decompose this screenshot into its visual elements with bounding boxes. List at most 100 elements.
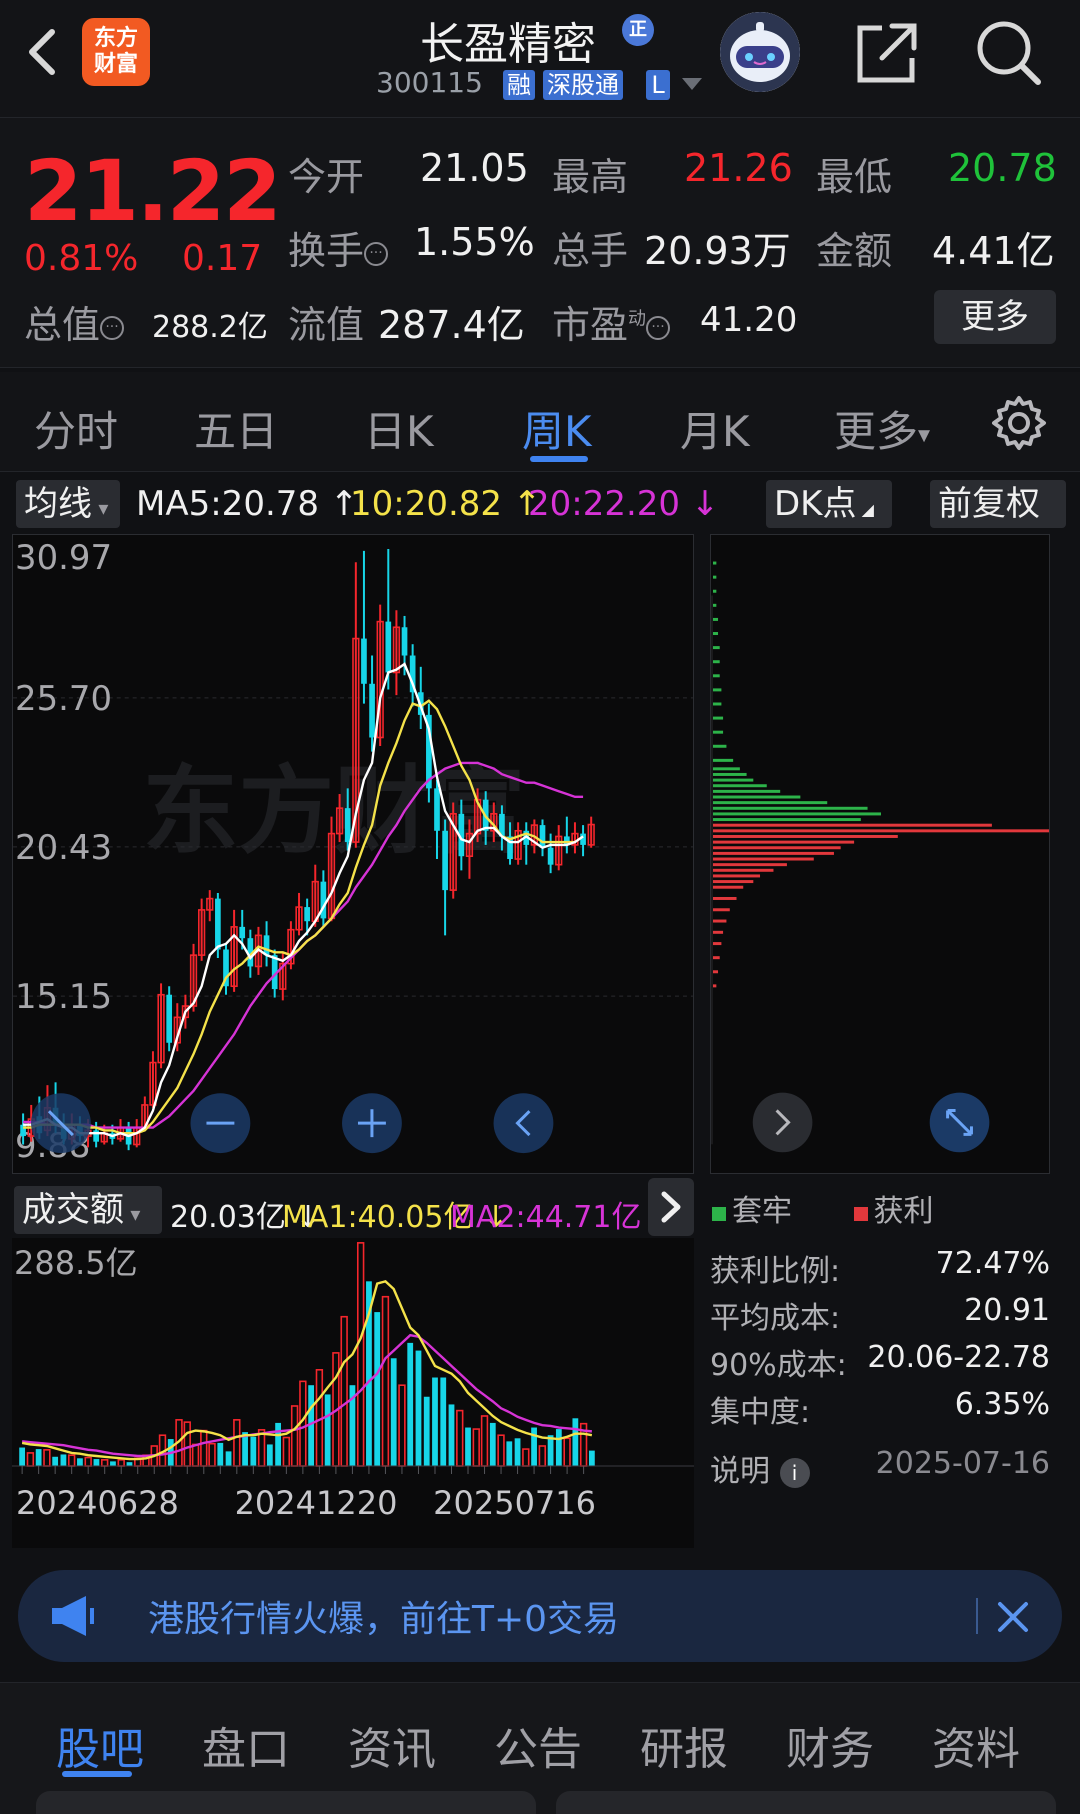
candle-body [344,808,351,843]
volume-ma2-readout: MA2:44.71亿 ↓ [450,1200,677,1235]
indicator-selector[interactable]: 均线 ▾ [16,480,120,528]
volume-bar [374,1312,381,1466]
tab-financials[interactable]: 财务 [786,1713,874,1777]
more-quote-button[interactable]: 更多 [934,290,1056,344]
volume-ma1-line [21,1279,593,1461]
chevron-down-icon[interactable] [682,78,702,90]
volume-bar [448,1404,455,1466]
chevron-right-icon[interactable] [648,1178,694,1236]
x-tick-label: 20241220 [235,1484,398,1522]
trapped-chip-bar [712,772,747,776]
close-icon[interactable] [988,1592,1038,1642]
amount-value: 4.41亿 [932,229,1055,273]
info-dots-icon[interactable]: ··· [100,315,125,340]
tab-pankou[interactable]: 盘口 [202,1713,290,1777]
volume-bar [356,1242,365,1467]
chip-distribution-chart [710,534,1050,1174]
gear-icon[interactable] [990,394,1048,452]
volume-bar [126,1462,133,1466]
profit-chip-bar [712,851,834,855]
y-tick-label: 25.70 [15,679,112,718]
volume-bar [275,1422,281,1466]
candle-body [239,926,246,939]
avg-cost-value: 20.91 [964,1293,1050,1328]
volume-bar [472,1428,480,1467]
scroll-left-button[interactable] [493,1093,554,1154]
chip-date: 2025-07-16 [875,1446,1050,1481]
tab-weekly-k[interactable]: 周K [522,398,592,459]
profit-chip-bar [712,930,724,934]
volume-indicator-selector[interactable]: 成交额 ▾ [14,1186,162,1234]
active-tab-indicator [530,456,588,462]
trapped-chip-bar [712,632,719,636]
volume-bar [340,1315,348,1467]
tab-profile[interactable]: 资料 [932,1713,1020,1777]
chip-legend: 套牢 获利 [710,1186,1070,1229]
tab-intraday[interactable]: 分时 [34,398,118,459]
concentration-value: 6.35% [954,1387,1050,1422]
tab-more-label: 更多 [834,407,919,456]
volume-bar [480,1415,489,1467]
top-bar: 东方 财富 长盈精密 正 300115 融 深股通 L [0,0,1080,118]
concentration-label: 集中度: [710,1395,811,1430]
ma5-readout: MA5:20.78 ↑ [136,484,359,524]
volume-chart[interactable]: 288.5亿 20240628 20241220 20250716 [12,1238,694,1548]
level-tag: L [646,70,670,100]
app-logo[interactable]: 东方 财富 [82,18,150,86]
candlestick-chart[interactable]: 东方财富30.9725.7020.4315.159.88 [12,534,694,1174]
trapped-chip-bar [712,674,720,678]
high-value: 21.26 [684,146,793,190]
bottom-card-left [36,1791,536,1814]
dk-point-button[interactable]: DK点 ◢ [766,480,892,528]
trapped-chip-bar [712,801,828,805]
cost-90-value: 20.06-22.78 [867,1340,1050,1375]
candle-body [304,907,310,922]
candle-body [547,847,554,865]
volume-bar [43,1449,51,1467]
pe-label-text: 市盈 [552,303,629,347]
banner-text: 港股行情火爆，前往T+0交易 [148,1599,620,1640]
tab-five-day[interactable]: 五日 [194,398,278,459]
tab-monthly-k[interactable]: 月K [680,398,750,459]
market-cap-value: 288.2亿 [152,310,268,345]
profit-chip-bar [712,840,855,844]
trapped-chip-bar [712,660,720,664]
profit-chip-bar [712,896,737,900]
info-dots-icon[interactable]: ··· [646,315,671,340]
promo-banner[interactable]: 港股行情火爆，前往T+0交易 [18,1570,1062,1662]
chip-next-button[interactable] [752,1092,813,1153]
tab-research[interactable]: 研报 [640,1713,728,1777]
tab-announcements[interactable]: 公告 [494,1713,582,1777]
pe-dynamic-sup: 动 [628,308,647,330]
info-dots-icon[interactable]: ··· [364,241,389,266]
ma5-line [23,662,584,1138]
volume-bar [390,1358,397,1466]
volume-bar [506,1441,513,1466]
amount-label: 金额 [816,229,893,273]
volume-bar [290,1405,299,1467]
tab-daily-k[interactable]: 日K [364,398,434,459]
assistant-robot-icon[interactable] [720,12,800,92]
adjust-mode-button[interactable]: 前复权 [930,480,1066,528]
indicator-selector-label: 均线 [24,484,92,524]
profit-chip-bar [712,984,717,988]
pe-label: 市盈动 ··· [552,294,671,349]
share-icon[interactable] [852,18,922,88]
trapped-chip-bar [712,716,724,720]
tab-guba[interactable]: 股吧 [56,1713,144,1777]
back-arrow-icon[interactable] [18,22,68,82]
explain-label: 说明 [710,1454,770,1489]
search-icon[interactable] [972,16,1044,88]
y-tick-label: 20.43 [15,828,112,867]
explain-row: 说明 i 2025-07-16 [710,1446,1050,1490]
ma-legend: 均线 ▾ MA5:20.78 ↑ 10:20.82 ↑ 20:22.20 ↓ D… [0,476,1080,534]
tab-more[interactable]: 更多▾ [834,398,930,459]
market-cap-label: 总值 ··· [24,294,125,349]
volume-label: 总手 [552,229,629,273]
explain-button[interactable]: 说明 i [710,1446,810,1490]
trapped-chip-bar [712,778,754,782]
bottom-tab-bar: 股吧 盘口 资讯 公告 研报 财务 资料 [0,1682,1080,1814]
tab-news[interactable]: 资讯 [348,1713,436,1777]
volume-bar [60,1454,67,1466]
trapped-chip-bar [712,603,717,607]
